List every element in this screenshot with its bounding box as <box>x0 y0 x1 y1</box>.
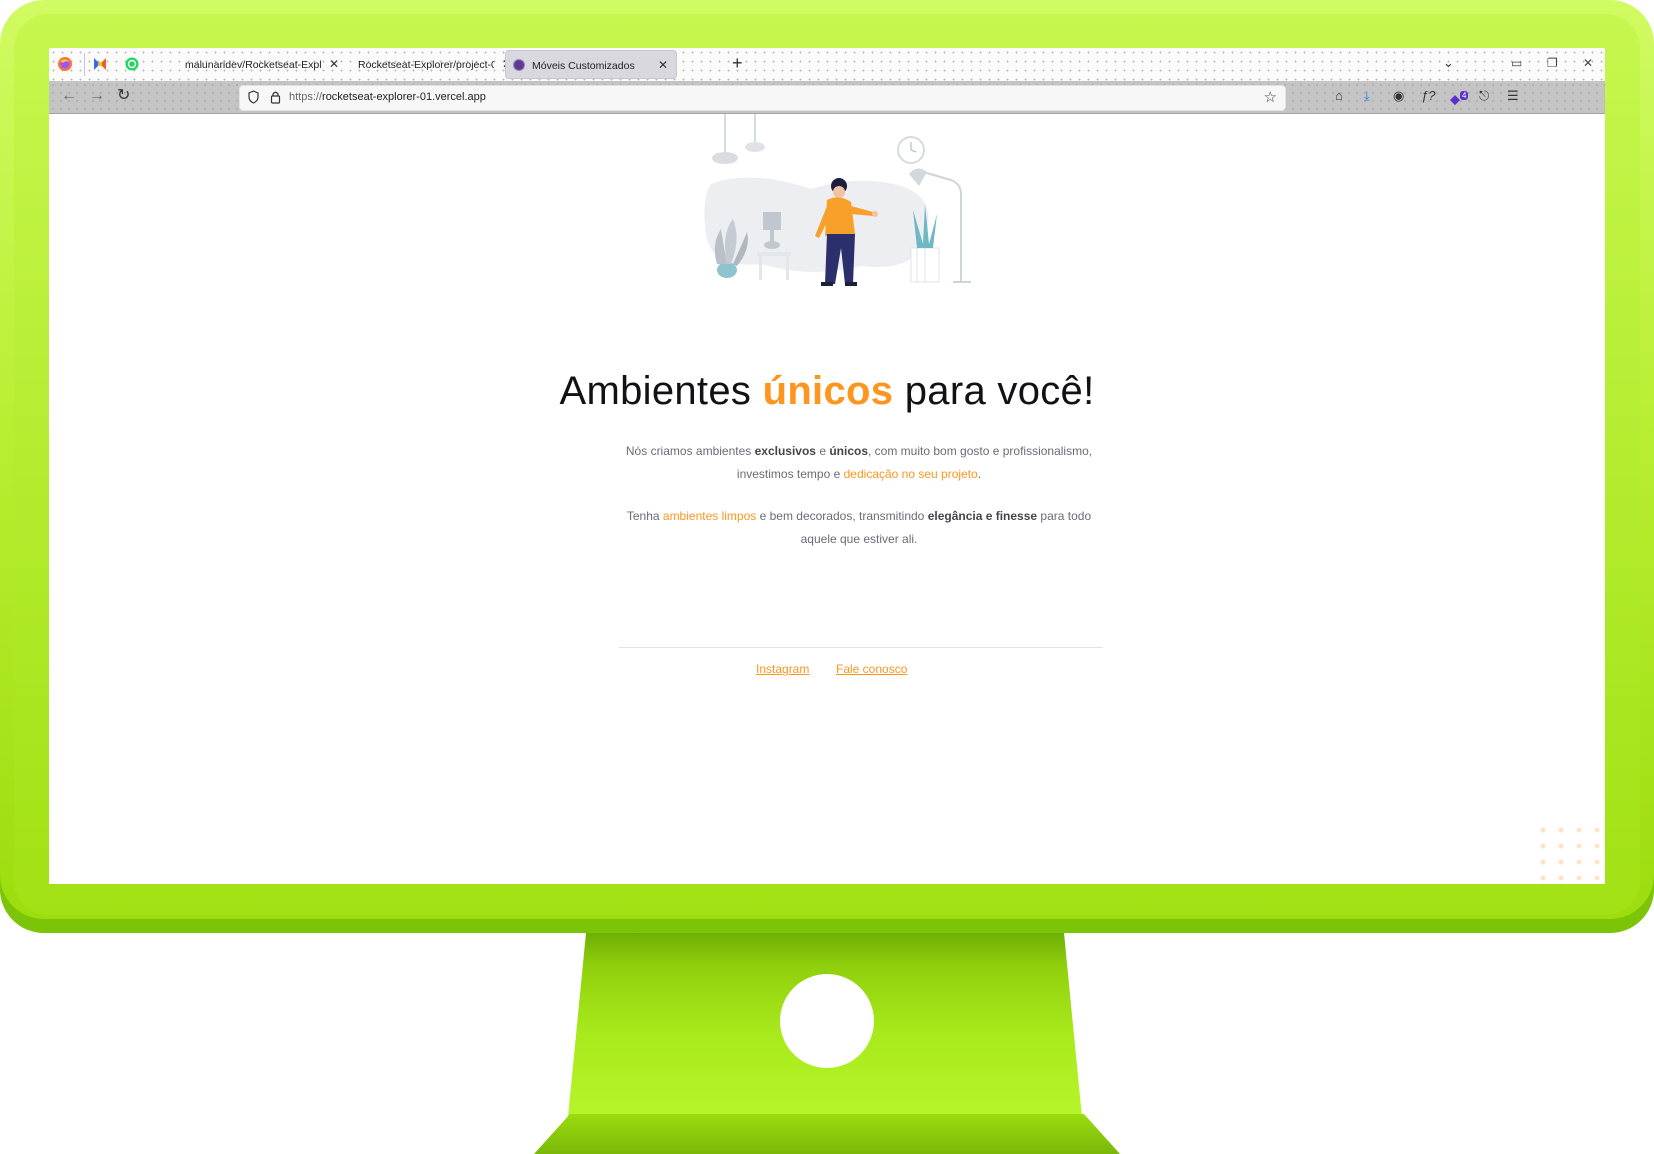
close-icon[interactable]: ✕ <box>658 58 668 72</box>
url-text[interactable]: https://rocketseat-explorer-01.vercel.ap… <box>289 91 486 103</box>
tab-github-2[interactable]: Rocketseat-Explorer/project-04 ✕ <box>348 50 520 79</box>
download-icon[interactable]: ⤓ <box>1364 87 1370 105</box>
tab-title: malunaridev/Rocketseat-Explor <box>185 59 321 71</box>
minimize-icon[interactable]: ▭ <box>1511 56 1522 70</box>
contact-link[interactable]: Fale conosco <box>836 662 907 676</box>
forward-arrow-icon[interactable]: → <box>89 86 105 106</box>
monitor-stand-base <box>534 1114 1120 1154</box>
details-paragraph: Tenha ambientes limpos e bem decorados, … <box>626 509 1092 546</box>
tab-bar: malunaridev/Rocketseat-Explor ✕ Rocketse… <box>49 48 1605 82</box>
tab-moveis-customizados[interactable]: Móveis Customizados ✕ <box>505 50 677 79</box>
back-arrow-icon[interactable]: ← <box>61 86 77 106</box>
new-tab-button[interactable]: + <box>732 54 743 72</box>
tab-github-1[interactable]: malunaridev/Rocketseat-Explor ✕ <box>175 50 347 79</box>
restore-icon[interactable]: ❐ <box>1547 56 1558 70</box>
headline-highlight: únicos <box>762 369 894 413</box>
url-bar[interactable]: https://rocketseat-explorer-01.vercel.ap… <box>239 85 1286 111</box>
close-icon[interactable]: ✕ <box>329 57 339 71</box>
decorative-dots <box>1540 827 1600 881</box>
whatsapp-icon[interactable] <box>124 56 140 72</box>
stand-cable-hole <box>780 974 874 1068</box>
site-favicon-icon <box>513 59 525 71</box>
shield-icon[interactable] <box>248 90 259 104</box>
footer-divider <box>619 647 1103 648</box>
browser-window: malunaridev/Rocketseat-Explor ✕ Rocketse… <box>49 48 1605 884</box>
home-icon[interactable]: ⌂ <box>1335 87 1343 105</box>
hero-illustration <box>704 114 971 286</box>
extension-icon[interactable]: ◉ <box>1393 87 1404 105</box>
menu-icon[interactable]: ☰ <box>1507 87 1519 105</box>
intro-paragraph: Nós criamos ambientes exclusivos e único… <box>625 444 1093 481</box>
page-headline: Ambientes únicos para você! <box>559 369 1095 413</box>
instagram-link[interactable]: Instagram <box>756 662 809 676</box>
page-content: Ambientes únicos para você! Nós criamos … <box>49 114 1605 884</box>
tab-title: Móveis Customizados <box>532 60 635 72</box>
extension-badge-count: 4 <box>1460 91 1469 100</box>
navigation-toolbar: ← → ↻ https://rocketseat-explorer-01.ver… <box>49 81 1605 114</box>
formula-icon[interactable]: ƒ? <box>1421 87 1435 105</box>
tab-divider <box>84 53 85 76</box>
lock-icon[interactable] <box>270 90 281 104</box>
puzzle-icon[interactable]: ⎋ <box>1479 87 1489 105</box>
extension-badge-icon[interactable]: ◆ 4 <box>1450 87 1469 108</box>
chevron-down-icon[interactable]: ⌄ <box>1443 55 1454 71</box>
tab-title: Rocketseat-Explorer/project-04 <box>358 59 494 71</box>
firefox-icon[interactable] <box>57 56 73 72</box>
reload-icon[interactable]: ↻ <box>117 86 130 106</box>
bookmark-star-icon[interactable]: ☆ <box>1264 88 1277 106</box>
window-close-icon[interactable]: ✕ <box>1583 56 1593 70</box>
monitor-frame: malunaridev/Rocketseat-Explor ✕ Rocketse… <box>0 0 1654 933</box>
pinned-app-icon[interactable] <box>92 56 108 72</box>
